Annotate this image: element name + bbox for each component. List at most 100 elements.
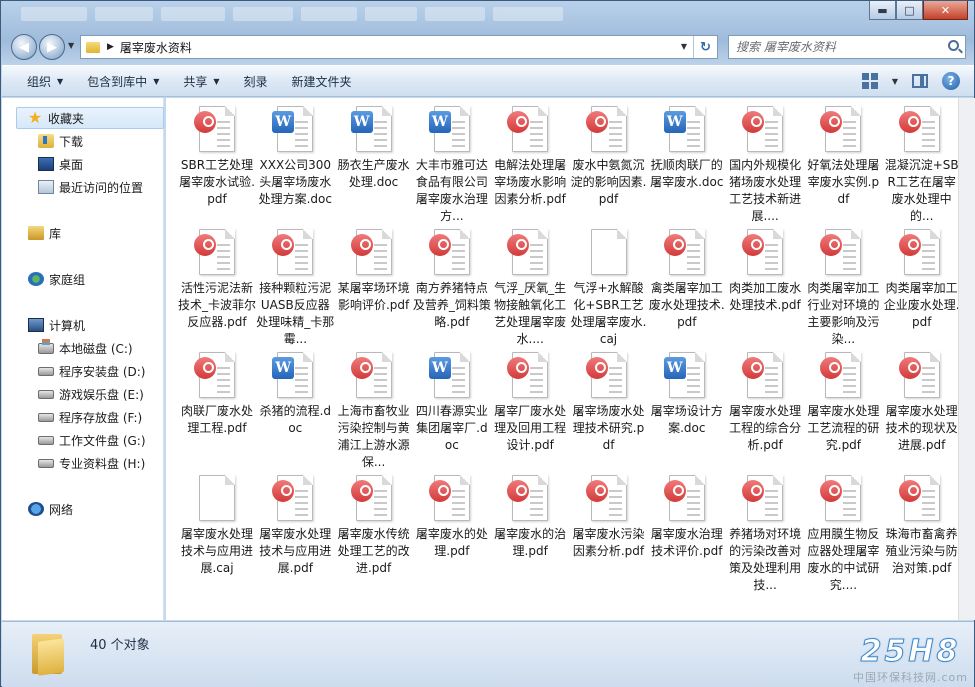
file-item[interactable]: 屠宰废水的处理.pdf — [413, 475, 491, 560]
explorer-window: ▬ □ ✕ ◀ ▶ ▼ ▶ 屠宰废水资料 ▼ ↻ 组织 ▼ 包含到库中 ▼ — [0, 0, 975, 687]
breadcrumb[interactable]: 屠宰废水资料 — [120, 39, 192, 56]
preview-pane-icon[interactable] — [912, 74, 928, 88]
search-input[interactable] — [736, 40, 936, 54]
file-item[interactable]: W 四川春源实业集团屠宰厂.doc — [413, 352, 491, 454]
include-in-library-button[interactable]: 包含到库中 ▼ — [87, 73, 159, 90]
sidebar-item-desktop[interactable]: 桌面 — [2, 153, 164, 175]
sidebar-item-downloads[interactable]: 下载 — [2, 130, 164, 152]
sidebar-item-libraries[interactable]: 库 — [2, 222, 164, 244]
help-icon[interactable]: ? — [942, 72, 960, 90]
sidebar-item-drive-e[interactable]: 游戏娱乐盘 (E:) — [2, 383, 164, 405]
file-item[interactable]: 国内外规模化猪场废水处理工艺技术新进展.... — [726, 106, 804, 225]
pdf-file-icon — [898, 352, 940, 398]
sidebar-item-favorites[interactable]: ★ 收藏夹 — [16, 107, 164, 129]
file-item[interactable]: 肉类屠宰加工企业废水处理.pdf — [883, 229, 958, 331]
forward-button[interactable]: ▶ — [39, 34, 65, 60]
file-item[interactable]: 屠宰废水污染因素分析.pdf — [570, 475, 648, 560]
file-item[interactable]: 气浮+水解酸化+SBR工艺处理屠宰废水.caj — [570, 229, 648, 348]
file-item[interactable]: 珠海市畜禽养殖业污染与防治对策.pdf — [883, 475, 958, 577]
sidebar-item-recent[interactable]: 最近访问的位置 — [2, 176, 164, 198]
search-box[interactable] — [728, 35, 966, 59]
file-item[interactable]: 应用膜生物反应器处理屠宰废水的中试研究.... — [804, 475, 882, 594]
file-item[interactable]: 肉类加工废水处理技术.pdf — [726, 229, 804, 314]
file-item[interactable]: 屠宰废水传统处理工艺的改进.pdf — [335, 475, 413, 577]
file-item[interactable]: SBR工艺处理屠宰废水试验.pdf — [178, 106, 256, 208]
file-item[interactable]: 废水中氨氮沉淀的影响因素.pdf — [570, 106, 648, 208]
view-options-icon[interactable] — [861, 73, 878, 89]
sidebar-item-drive-g[interactable]: 工作文件盘 (G:) — [2, 429, 164, 451]
sidebar-item-label: 最近访问的位置 — [59, 180, 144, 195]
view-dropdown-icon[interactable]: ▼ — [892, 77, 898, 86]
minimize-button[interactable]: ▬ — [869, 1, 896, 20]
file-item[interactable]: 屠宰废水处理技术与应用进展.pdf — [256, 475, 334, 577]
file-item[interactable]: 禽类屠宰加工废水处理技术.pdf — [648, 229, 726, 331]
file-item[interactable]: 屠宰废水处理技术与应用进展.caj — [178, 475, 256, 577]
word-file-icon: W — [350, 106, 392, 152]
share-button[interactable]: 共享 ▼ — [183, 73, 219, 90]
pdf-file-icon — [350, 229, 392, 275]
sidebar-item-network[interactable]: 网络 — [2, 498, 164, 520]
file-item[interactable]: 屠宰废水的治理.pdf — [491, 475, 569, 560]
address-dropdown-icon[interactable]: ▼ — [681, 42, 687, 51]
pdf-file-icon — [820, 229, 862, 275]
share-label: 共享 — [183, 74, 208, 89]
folder-icon — [86, 41, 100, 53]
maximize-button[interactable]: □ — [896, 1, 923, 20]
file-item[interactable]: 好氧法处理屠宰废水实例.pdf — [804, 106, 882, 208]
file-item[interactable]: W 大丰市雅可达食品有限公司屠宰废水治理方... — [413, 106, 491, 225]
sidebar-item-drive-h[interactable]: 专业资料盘 (H:) — [2, 452, 164, 474]
breadcrumb-arrow-icon[interactable]: ▶ — [107, 42, 114, 52]
back-button[interactable]: ◀ — [11, 34, 37, 60]
sidebar-item-homegroup[interactable]: 家庭组 — [2, 268, 164, 290]
new-folder-button[interactable]: 新建文件夹 — [292, 73, 352, 90]
file-item[interactable]: 活性污泥法新技术_卡波菲尔反应器.pdf — [178, 229, 256, 331]
file-item[interactable]: 混凝沉淀+SBR工艺在屠宰废水处理中的... — [883, 106, 958, 225]
sidebar-item-label: 工作文件盘 (G:) — [59, 433, 146, 448]
refresh-button[interactable]: ↻ — [693, 36, 717, 58]
file-item[interactable]: 屠宰废水处理工艺流程的研究.pdf — [804, 352, 882, 454]
file-item[interactable]: 屠宰废水治理技术评价.pdf — [648, 475, 726, 560]
file-name: 屠宰废水污染因素分析.pdf — [572, 527, 645, 558]
sidebar-item-computer[interactable]: 计算机 — [2, 314, 164, 336]
organize-button[interactable]: 组织 ▼ — [27, 73, 63, 90]
sidebar-item-drive-c[interactable]: 本地磁盘 (C:) — [2, 337, 164, 359]
file-item[interactable]: W 杀猪的流程.doc — [256, 352, 334, 437]
recent-pages-dropdown[interactable]: ▼ — [68, 41, 74, 50]
address-bar[interactable]: ▶ 屠宰废水资料 ▼ ↻ — [80, 35, 718, 59]
file-item[interactable]: 上海市畜牧业污染控制与黄浦江上游水源保... — [335, 352, 413, 471]
sidebar-item-drive-d[interactable]: 程序安装盘 (D:) — [2, 360, 164, 382]
file-item[interactable]: 气浮_厌氧_生物接触氧化工艺处理屠宰废水.... — [491, 229, 569, 348]
command-bar: 组织 ▼ 包含到库中 ▼ 共享 ▼ 刻录 新建文件夹 ▼ ? — [2, 65, 974, 97]
pdf-file-icon — [663, 229, 705, 275]
file-item[interactable]: 养猪场对环境的污染改善对策及处理利用技... — [726, 475, 804, 594]
file-item[interactable]: 屠宰废水处理技术的现状及进展.pdf — [883, 352, 958, 454]
file-item[interactable]: W XXX公司300头屠宰场废水处理方案.doc — [256, 106, 334, 208]
file-item[interactable]: 肉类屠宰加工行业对环境的主要影响及污染... — [804, 229, 882, 348]
network-icon — [28, 502, 44, 516]
drive-icon — [38, 435, 54, 445]
file-item[interactable]: 屠宰厂废水处理及回用工程设计.pdf — [491, 352, 569, 454]
file-item[interactable]: W 抚顺肉联厂的屠宰废水.doc — [648, 106, 726, 191]
file-item[interactable]: W 屠宰场设计方案.doc — [648, 352, 726, 437]
pdf-file-icon — [742, 475, 784, 521]
file-list: SBR工艺处理屠宰废水试验.pdf W XXX公司300头屠宰场废水处理方案.doc… — [166, 98, 958, 620]
file-name: 某屠宰场环境影响评价.pdf — [337, 281, 410, 312]
file-item[interactable]: 某屠宰场环境影响评价.pdf — [335, 229, 413, 314]
sidebar-item-label: 网络 — [49, 502, 74, 517]
file-item[interactable]: 屠宰场废水处理技术研究.pdf — [570, 352, 648, 454]
pdf-file-icon — [585, 106, 627, 152]
sidebar-item-label: 专业资料盘 (H:) — [59, 456, 146, 471]
burn-button[interactable]: 刻录 — [244, 73, 268, 90]
file-item[interactable]: 肉联厂废水处理工程.pdf — [178, 352, 256, 437]
file-item[interactable]: 电解法处理屠宰场废水影响因素分析.pdf — [491, 106, 569, 208]
file-item[interactable]: W 肠衣生产废水处理.doc — [335, 106, 413, 191]
file-item[interactable]: 接种颗粒污泥UASB反应器处理味精_卡那霉... — [256, 229, 334, 348]
file-item[interactable]: 屠宰废水处理工程的综合分析.pdf — [726, 352, 804, 454]
vertical-scrollbar[interactable] — [958, 98, 975, 620]
file-item[interactable]: 南方养猪特点及营养_饲料策略.pdf — [413, 229, 491, 331]
file-name: 上海市畜牧业污染控制与黄浦江上游水源保... — [337, 404, 410, 469]
close-button[interactable]: ✕ — [923, 1, 968, 20]
sidebar-item-drive-f[interactable]: 程序存放盘 (F:) — [2, 406, 164, 428]
search-icon[interactable] — [948, 40, 959, 51]
sidebar-item-label: 桌面 — [59, 157, 84, 172]
